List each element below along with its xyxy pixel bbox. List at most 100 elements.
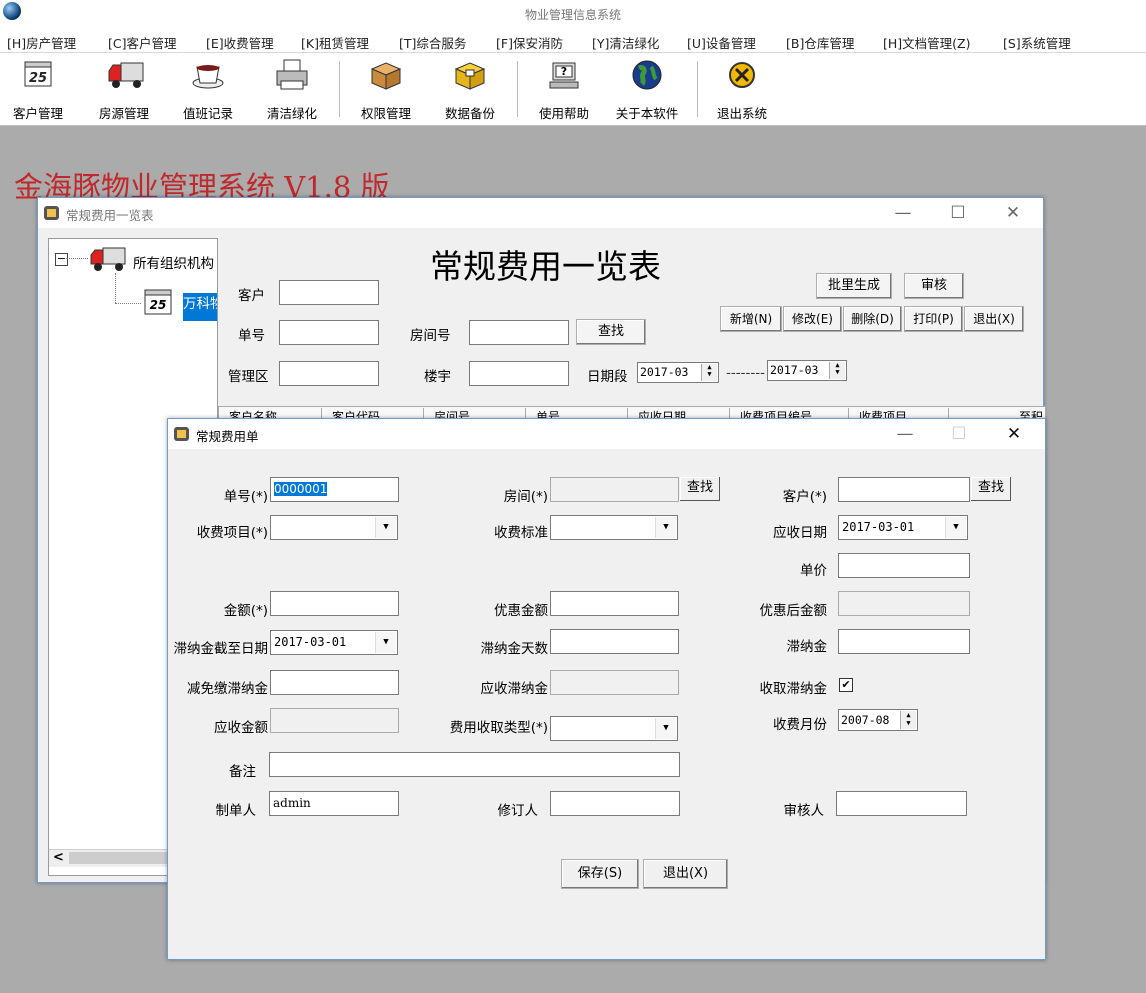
room-no-filter-input[interactable] [469, 320, 569, 345]
late-fee-waived-input[interactable] [270, 670, 399, 695]
unit-price-label: 单价 [800, 563, 827, 579]
close-button[interactable]: ✕ [994, 421, 1034, 447]
chevron-down-icon[interactable]: ▼ [655, 718, 676, 739]
customer-label: 客户管理 [12, 106, 63, 121]
backup-label: 数据备份 [444, 106, 495, 121]
date-from-input[interactable]: 2017-03 ▲ ▼ [637, 362, 719, 383]
late-fee-until-label: 滞纳金截至日期 [173, 641, 269, 657]
menu-documents[interactable]: [H]文档管理(Z) [883, 33, 970, 52]
list-exit-button[interactable]: 退出(X) [964, 306, 1024, 332]
area-filter-input[interactable] [279, 361, 379, 386]
cleaning-button[interactable]: 清洁绿化 [256, 59, 328, 121]
room-input[interactable] [550, 477, 679, 502]
customer-input[interactable] [838, 477, 970, 502]
spin-icon[interactable]: ▲ ▼ [701, 364, 717, 381]
help-label: 使用帮助 [538, 106, 589, 121]
permission-button[interactable]: 权限管理 [350, 59, 422, 121]
tree-connector [115, 273, 116, 303]
permission-label: 权限管理 [360, 106, 411, 121]
date-to-input[interactable]: 2017-03 ▲ ▼ [767, 360, 847, 381]
find-customer-button[interactable]: 查找 [971, 477, 1011, 501]
exit-icon [725, 59, 759, 89]
save-button[interactable]: 保存(S) [561, 859, 639, 889]
tree-child-label[interactable]: 万科物 [183, 293, 217, 321]
receivable-label: 应收金额 [214, 720, 268, 736]
creator-input[interactable]: admin [269, 791, 399, 816]
calendar-icon: 25 [21, 59, 55, 89]
menu-security[interactable]: [F]保安消防 [496, 33, 563, 52]
scroll-thumb[interactable] [69, 852, 169, 864]
tree-connector [66, 258, 88, 259]
late-fee-waived-label: 减免缴滞纳金 [187, 681, 268, 697]
unit-price-input[interactable] [838, 553, 970, 578]
fee-form-title-bar: 常规费用单 — ☐ ✕ [168, 419, 1045, 449]
reviser-input[interactable] [550, 791, 680, 816]
chevron-down-icon[interactable]: ▼ [375, 632, 396, 653]
find-button[interactable]: 查找 [576, 319, 646, 345]
menu-billing[interactable]: [E]收费管理 [206, 33, 274, 52]
duty-button[interactable]: 值班记录 [172, 59, 244, 121]
building-filter-input[interactable] [469, 361, 569, 386]
late-fee-until-picker[interactable]: 2017-03-01 ▼ [270, 630, 398, 655]
order-no-label: 单号(*) [223, 489, 268, 505]
minimize-button[interactable]: — [883, 200, 923, 226]
collapse-icon[interactable]: − [55, 253, 68, 266]
house-button[interactable]: 房源管理 [88, 59, 160, 121]
print-button[interactable]: 打印(P) [904, 306, 963, 332]
scroll-left-arrow[interactable]: < [53, 850, 64, 865]
billing-month-input[interactable]: 2007-08 ▲ ▼ [838, 709, 918, 731]
date-range-dash: -------- [726, 365, 765, 381]
order-no-filter-input[interactable] [279, 320, 379, 345]
menu-house[interactable]: [H]房产管理 [7, 33, 76, 52]
backup-button[interactable]: 数据备份 [434, 59, 506, 121]
late-fee-input[interactable] [838, 629, 970, 654]
find-room-button[interactable]: 查找 [680, 477, 720, 501]
charge-item-select[interactable]: ▼ [270, 515, 398, 540]
due-date-picker[interactable]: 2017-03-01 ▼ [838, 515, 968, 540]
date-range-label: 日期段 [587, 369, 628, 385]
exit-system-button[interactable]: 退出系统 [706, 59, 778, 121]
minimize-button[interactable]: — [885, 421, 925, 447]
late-fee-days-input[interactable] [550, 629, 679, 654]
about-button[interactable]: 关于本软件 [606, 59, 688, 121]
batch-generate-button[interactable]: 批里生成 [816, 273, 892, 299]
menu-lease[interactable]: [K]租赁管理 [301, 33, 369, 52]
globe-icon [630, 59, 664, 90]
audit-button[interactable]: 审核 [904, 273, 964, 299]
menu-system[interactable]: [S]系统管理 [1003, 33, 1071, 52]
chevron-down-icon[interactable]: ▼ [945, 517, 966, 538]
collect-late-fee-checkbox[interactable]: ✔ [839, 678, 853, 692]
toolbar-separator [697, 61, 698, 117]
amount-input[interactable] [270, 591, 399, 616]
customer-filter-input[interactable] [279, 280, 379, 305]
customer-button[interactable]: 25 客户管理 [4, 59, 72, 121]
database-box-icon [453, 59, 487, 90]
calendar-icon: 25 [143, 288, 173, 316]
spin-icon[interactable]: ▲ ▼ [900, 711, 916, 729]
close-button[interactable]: ✕ [993, 200, 1033, 226]
auditor-input[interactable] [836, 791, 967, 816]
remark-input[interactable] [269, 752, 680, 777]
chevron-down-icon[interactable]: ▼ [375, 517, 396, 538]
delete-button[interactable]: 删除(D) [843, 306, 902, 332]
spin-icon[interactable]: ▲ ▼ [829, 362, 845, 379]
chevron-down-icon[interactable]: ▼ [655, 517, 676, 538]
fee-type-select[interactable]: ▼ [550, 716, 678, 741]
menu-services[interactable]: [T]综合服务 [399, 33, 466, 52]
order-no-input[interactable]: 0000001 [270, 477, 399, 502]
menu-cleaning[interactable]: [Y]清洁绿化 [592, 33, 659, 52]
amount-label: 金额(*) [223, 603, 268, 619]
edit-button[interactable]: 修改(E) [783, 306, 842, 332]
add-button[interactable]: 新增(N) [720, 306, 782, 332]
form-exit-button[interactable]: 退出(X) [643, 859, 728, 889]
maximize-button[interactable]: ☐ [938, 200, 978, 226]
charge-standard-select[interactable]: ▼ [550, 515, 678, 540]
menu-warehouse[interactable]: [B]仓库管理 [786, 33, 854, 52]
menu-customer[interactable]: [C]客户管理 [108, 33, 176, 52]
menu-equipment[interactable]: [U]设备管理 [687, 33, 756, 52]
discount-input[interactable] [550, 591, 679, 616]
tree-root-label[interactable]: 所有组织机构 [133, 252, 214, 272]
help-button[interactable]: ? 使用帮助 [528, 59, 600, 121]
fee-list-title: 常规费用一览表 [66, 208, 154, 223]
late-fee-label: 滞纳金 [786, 639, 828, 655]
